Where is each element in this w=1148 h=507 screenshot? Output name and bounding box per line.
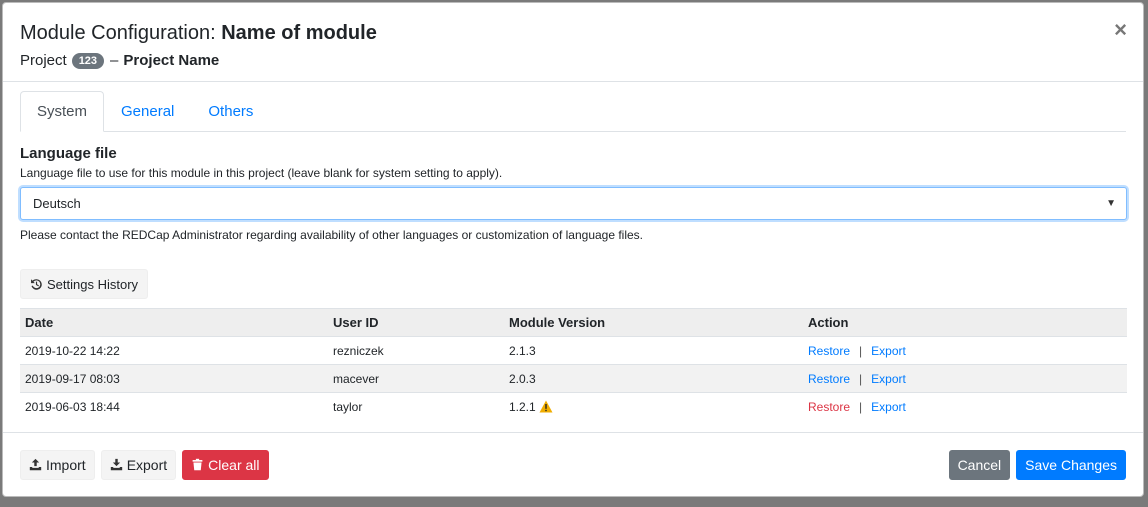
settings-history-table: Date User ID Module Version Action 2019-… [20, 308, 1127, 421]
import-label: Import [46, 456, 86, 473]
restore-link[interactable]: Restore [808, 400, 850, 414]
footer-right-actions: Cancel Save Changes [948, 449, 1126, 480]
subtitle-dash: – [110, 52, 119, 69]
modal-title: Module Configuration: Name of module [20, 20, 1143, 46]
upload-icon [29, 458, 42, 471]
row-user: taylor [328, 392, 504, 421]
language-file-help: Please contact the REDCap Administrator … [20, 228, 644, 242]
row-user: macever [328, 364, 504, 393]
close-icon[interactable]: × [1114, 19, 1127, 41]
export-link[interactable]: Export [871, 344, 906, 358]
history-icon [31, 278, 42, 290]
row-date: 2019-10-22 14:22 [20, 336, 328, 365]
table-row: 2019-10-22 14:22 rezniczek 2.1.3 Restore… [20, 336, 1127, 365]
module-name: Name of module [221, 22, 377, 44]
project-label: Project [20, 52, 67, 69]
restore-link[interactable]: Restore [808, 372, 850, 386]
language-file-label: Language file [20, 145, 117, 162]
row-actions: Restore | Export [803, 392, 1127, 421]
download-icon [110, 458, 122, 471]
action-separator: | [859, 343, 863, 358]
col-action: Action [803, 308, 1127, 337]
row-version: 1.2.1 [504, 392, 803, 421]
modal-body: System General Others Language file Lang… [3, 82, 1143, 421]
import-button[interactable]: Import [20, 449, 95, 480]
caret-down-icon: ▼ [1106, 198, 1116, 209]
table-row: 2019-09-17 08:03 macever 2.0.3 Restore | E… [20, 364, 1127, 393]
col-date: Date [20, 308, 328, 337]
tab-others[interactable]: Others [191, 91, 270, 132]
action-separator: | [859, 399, 863, 414]
col-module-version: Module Version [504, 308, 803, 337]
project-id-badge: 123 [71, 52, 105, 69]
modal-footer: Import Export Clear all Cancel Save Chan… [3, 432, 1143, 496]
title-prefix: Module Configuration: [20, 22, 222, 44]
export-button[interactable]: Export [100, 449, 177, 480]
row-date: 2019-06-03 18:44 [20, 392, 328, 421]
export-link[interactable]: Export [871, 372, 906, 386]
warning-icon [539, 400, 553, 413]
row-user: rezniczek [328, 336, 504, 365]
settings-history-button[interactable]: Settings History [20, 269, 149, 299]
tab-general[interactable]: General [104, 91, 191, 132]
module-config-modal: Module Configuration: Name of module Pro… [2, 2, 1144, 497]
footer-left-actions: Import Export Clear all [20, 449, 269, 480]
modal-header: Module Configuration: Name of module Pro… [3, 3, 1143, 82]
save-changes-button[interactable]: Save Changes [1016, 449, 1126, 480]
language-file-select[interactable]: Deutsch ▼ [20, 187, 1127, 220]
table-header-row: Date User ID Module Version Action [20, 308, 1127, 337]
project-name: Project Name [123, 52, 220, 69]
tab-system[interactable]: System [20, 91, 105, 132]
language-file-description: Language file to use for this module in … [20, 166, 503, 180]
trash-icon [192, 458, 203, 471]
export-link[interactable]: Export [871, 400, 906, 414]
col-user-id: User ID [328, 308, 504, 337]
clear-all-button[interactable]: Clear all [182, 449, 269, 480]
row-actions: Restore | Export [803, 364, 1127, 393]
tab-bar: System General Others [20, 91, 1126, 132]
language-selected-value: Deutsch [33, 196, 81, 211]
action-separator: | [859, 371, 863, 386]
cancel-button[interactable]: Cancel [948, 449, 1011, 480]
settings-history-label: Settings History [47, 276, 139, 292]
export-label: Export [126, 456, 168, 473]
clear-all-label: Clear all [208, 456, 260, 473]
row-version: 2.0.3 [504, 364, 803, 393]
row-version-text: 1.2.1 [509, 399, 536, 414]
row-version: 2.1.3 [504, 336, 803, 365]
row-actions: Restore | Export [803, 336, 1127, 365]
row-date: 2019-09-17 08:03 [20, 364, 328, 393]
table-row: 2019-06-03 18:44 taylor 1.2.1 Restore | Ex… [20, 392, 1127, 421]
restore-link[interactable]: Restore [808, 344, 850, 358]
project-subtitle: Project 123 – Project Name [20, 52, 1143, 69]
